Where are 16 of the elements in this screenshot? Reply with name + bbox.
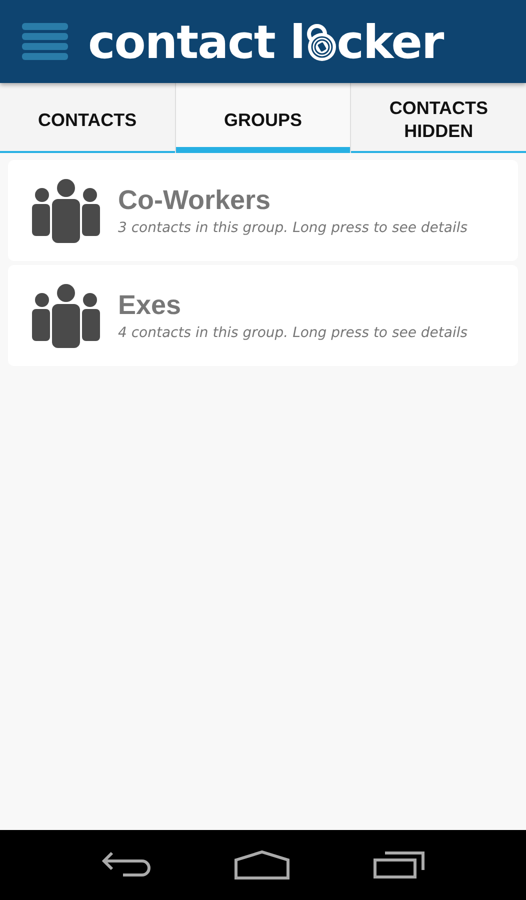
group-icon xyxy=(32,178,100,242)
logo-text: cker xyxy=(336,18,444,64)
group-name: Co-Workers xyxy=(118,185,272,216)
recent-apps-icon[interactable] xyxy=(372,851,425,879)
lock-icon xyxy=(304,22,337,62)
group-name: Exes xyxy=(118,290,182,321)
group-description: 3 contacts in this group. Long press to see details xyxy=(118,220,468,236)
group-icon xyxy=(32,284,100,348)
group-description: 4 contacts in this group. Long press to see details xyxy=(118,325,468,341)
home-icon[interactable] xyxy=(234,850,290,880)
logo-text: contact l xyxy=(88,18,305,64)
back-icon[interactable] xyxy=(101,851,152,879)
tab[interactable]: CONTACTS HIDDEN xyxy=(350,83,526,153)
group-card[interactable]: Exes 4 contacts in this group. Long press to see details xyxy=(8,265,518,366)
tab[interactable]: GROUPS xyxy=(174,83,350,153)
group-card[interactable]: Co-Workers 3 contacts in this group. Long press to see details xyxy=(8,160,518,261)
